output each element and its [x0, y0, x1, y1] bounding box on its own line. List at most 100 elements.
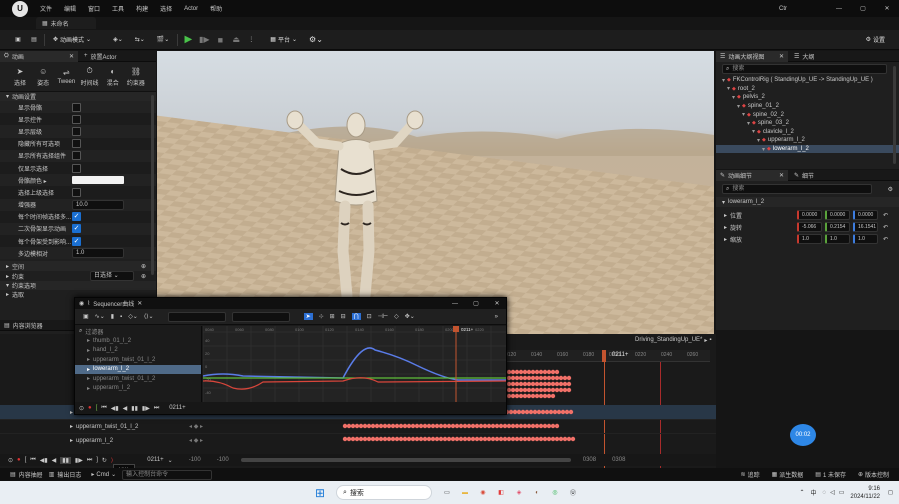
outliner-item[interactable]: ▾ ◆ root_2 — [716, 85, 899, 94]
sequencer-key[interactable] — [454, 436, 460, 442]
sequencer-key[interactable] — [530, 423, 536, 429]
platform-button[interactable]: ▦ 平台 ⌄ — [266, 33, 301, 47]
sequencer-key[interactable] — [534, 393, 540, 399]
property-checkbox[interactable] — [72, 102, 81, 112]
transform-value-field[interactable]: 0.0000 — [853, 210, 879, 220]
level-tab[interactable]: ▦ 未命名 — [36, 17, 96, 29]
sequencer-key[interactable] — [560, 409, 566, 415]
chevron-down-icon[interactable]: ▾ — [722, 77, 725, 84]
sequencer-key[interactable] — [510, 369, 516, 375]
taskbar-search[interactable]: ⌕ 搜索 — [336, 485, 432, 500]
sequencer-key[interactable] — [534, 436, 540, 442]
sequencer-key[interactable] — [490, 436, 496, 442]
sequencer-key[interactable] — [530, 393, 536, 399]
level-viewport[interactable] — [157, 51, 714, 334]
chevron-down-icon[interactable]: ▾ — [737, 103, 740, 110]
sequencer-key[interactable] — [438, 423, 444, 429]
sequencer-key[interactable] — [538, 387, 544, 393]
minimize-icon[interactable]: — — [827, 6, 851, 12]
step-back-icon[interactable]: ◀▮ — [40, 457, 48, 464]
sequencer-key[interactable] — [526, 423, 532, 429]
sequencer-key[interactable] — [538, 381, 544, 387]
property-checkbox[interactable] — [72, 187, 81, 197]
sequencer-key[interactable] — [506, 387, 512, 393]
sequencer-key[interactable] — [382, 423, 388, 429]
sequencer-key[interactable] — [362, 436, 368, 442]
tab-anim-outliner[interactable]: ☰ 动画大纲视图 ✕ — [716, 50, 788, 62]
sequencer-key[interactable] — [538, 423, 544, 429]
sequencer-key[interactable] — [550, 375, 556, 381]
chevron-down-icon[interactable]: ▾ — [762, 146, 765, 153]
output-log-button[interactable]: ▥ 输出日志 — [49, 470, 82, 479]
anim-tool-button[interactable]: ⛓ 约束器 — [126, 67, 146, 87]
curve-blue[interactable] — [203, 347, 506, 381]
sequencer-key[interactable] — [550, 423, 556, 429]
sequencer-key[interactable] — [366, 423, 372, 429]
sequencer-key[interactable] — [570, 436, 576, 442]
close-icon[interactable]: ✕ — [779, 172, 784, 179]
sequencer-key[interactable] — [554, 436, 560, 442]
sequencer-key[interactable] — [530, 387, 536, 393]
curve-track-item[interactable]: ▸ hand_l_2 — [75, 346, 201, 356]
sequencer-key[interactable] — [538, 369, 544, 375]
sequencer-key[interactable] — [490, 423, 496, 429]
key-nav-icon[interactable]: ◂ ◆ ▸ — [189, 437, 203, 444]
transform-value-field[interactable]: 0.2154 — [825, 222, 851, 232]
sequencer-key[interactable] — [546, 436, 552, 442]
property-checkbox[interactable] — [72, 163, 81, 173]
sequencer-key[interactable] — [466, 423, 472, 429]
sequencer-key[interactable] — [462, 436, 468, 442]
add-circle-icon[interactable]: ⊕ — [141, 263, 146, 270]
sequencer-key[interactable] — [370, 423, 376, 429]
file-explorer-icon[interactable]: ▬ — [456, 490, 474, 496]
anim-tool-button[interactable]: ➤ 选择 — [10, 67, 30, 87]
sequencer-key[interactable] — [506, 393, 512, 399]
sequencer-key[interactable] — [514, 387, 520, 393]
record-settings-icon[interactable]: ⊙ — [79, 405, 84, 412]
sequencer-key[interactable] — [534, 381, 540, 387]
sequencer-key[interactable] — [510, 423, 516, 429]
property-checkbox[interactable] — [72, 126, 81, 136]
curve-playhead-handle[interactable] — [453, 326, 459, 332]
close-icon[interactable]: ✕ — [875, 5, 899, 12]
skip-forward-icon[interactable]: ⏭ — [87, 457, 92, 464]
menu-item[interactable]: 窗口 — [88, 4, 100, 13]
anim-tool-button[interactable]: ⏱ 时间线 — [80, 66, 100, 87]
sequencer-key[interactable] — [522, 369, 528, 375]
key-icon[interactable]: ▮ — [111, 313, 114, 320]
sequencer-key[interactable] — [442, 436, 448, 442]
menu-item[interactable]: Actor — [184, 6, 198, 12]
sequencer-key[interactable] — [554, 375, 560, 381]
range-start-icon[interactable]: [ — [25, 457, 27, 463]
volume-icon[interactable]: ◁ — [830, 489, 835, 496]
sequencer-key[interactable] — [386, 423, 392, 429]
step-icon[interactable]: ▮▶ — [198, 35, 210, 44]
record-settings-icon[interactable]: ⊙ — [8, 457, 13, 464]
sequencer-key[interactable] — [522, 381, 528, 387]
app-avatar-icon[interactable]: ◐ — [528, 490, 546, 496]
sequencer-key[interactable] — [422, 436, 428, 442]
maximize-icon[interactable]: ▢ — [851, 5, 875, 12]
sequencer-key[interactable] — [538, 436, 544, 442]
reset-icon[interactable]: ↶ — [883, 236, 888, 243]
loop-icon[interactable]: ↻ — [102, 457, 107, 464]
sequencer-key[interactable] — [518, 381, 524, 387]
sequencer-key[interactable] — [552, 409, 558, 415]
minimize-icon[interactable]: — — [446, 301, 464, 307]
clock[interactable]: 9:16 2024/11/22 — [850, 485, 880, 501]
anim-tool-button[interactable]: ⇌ Tween — [56, 68, 76, 85]
sequencer-key[interactable] — [518, 393, 524, 399]
normalize-icon[interactable]: ⋂ — [351, 313, 361, 320]
property-checkbox-checked[interactable]: ✓ — [72, 212, 81, 222]
sequencer-key[interactable] — [542, 423, 548, 429]
frame-icon[interactable]: ⊡ — [367, 313, 372, 320]
record-icon[interactable]: ● — [88, 405, 92, 411]
close-icon[interactable]: ✕ — [488, 300, 506, 307]
details-section[interactable]: ▾ lowerarm_l_2 — [716, 197, 899, 207]
sequencer-key[interactable] — [418, 423, 424, 429]
sequencer-key[interactable] — [522, 387, 528, 393]
menu-item[interactable]: 选择 — [160, 4, 172, 13]
sequencer-key[interactable] — [470, 436, 476, 442]
menu-item[interactable]: 工具 — [112, 4, 124, 13]
sequencer-key[interactable] — [542, 393, 548, 399]
